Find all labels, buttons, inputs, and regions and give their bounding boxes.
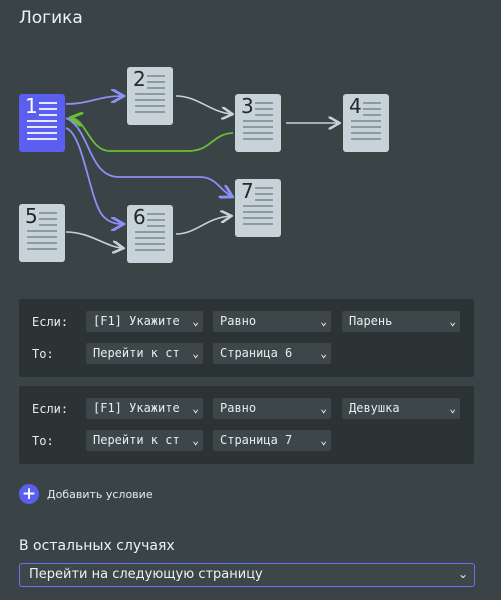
page-number: 3 <box>241 94 254 118</box>
page-node-1[interactable]: 1 <box>19 94 65 152</box>
arrow-1-2 <box>65 96 122 105</box>
chevron-down-icon: ⌄ <box>320 434 327 447</box>
else-section-title: В остальных случаях <box>19 538 175 554</box>
condition-block-1: Если: То: [F1] Укажите ⌄ Равно ⌄ Парень … <box>19 299 474 377</box>
else-action-select[interactable]: Перейти на следующую страницу ⌄ <box>19 563 475 587</box>
chevron-down-icon: ⌄ <box>449 402 456 415</box>
arrow-6-7 <box>175 216 230 235</box>
page-node-4[interactable]: 4 <box>343 94 389 152</box>
value-select[interactable]: Парень ⌄ <box>342 311 460 332</box>
arrow-2-3 <box>175 95 231 114</box>
condition-block-2: Если: То: [F1] Укажите ⌄ Равно ⌄ Девушка… <box>19 386 474 464</box>
add-condition-label: Добавить условие <box>47 487 153 501</box>
if-label: Если: <box>32 402 69 416</box>
if-label: Если: <box>32 315 69 329</box>
page-number: 7 <box>241 179 254 203</box>
page-node-6[interactable]: 6 <box>127 205 173 263</box>
page-number: 2 <box>133 67 146 91</box>
chevron-down-icon: ⌄ <box>192 315 199 328</box>
field-select[interactable]: [F1] Укажите ⌄ <box>86 398 203 419</box>
page-number: 5 <box>25 204 38 228</box>
page-node-7[interactable]: 7 <box>235 179 281 237</box>
chevron-down-icon: ⌄ <box>320 402 327 415</box>
chevron-down-icon: ⌄ <box>192 347 199 360</box>
chevron-down-icon: ⌄ <box>192 402 199 415</box>
chevron-down-icon: ⌄ <box>192 434 199 447</box>
target-select[interactable]: Страница 7 ⌄ <box>213 430 331 451</box>
chevron-down-icon: ⌄ <box>320 347 327 360</box>
page-node-2[interactable]: 2 <box>127 67 173 125</box>
then-label: То: <box>32 434 54 448</box>
add-condition-button[interactable]: + Добавить условие <box>19 484 153 504</box>
action-select[interactable]: Перейти к ст ⌄ <box>86 430 203 451</box>
logic-diagram: 1 2 3 4 5 6 7 <box>0 0 501 290</box>
action-select[interactable]: Перейти к ст ⌄ <box>86 343 203 364</box>
target-select[interactable]: Страница 6 ⌄ <box>213 343 331 364</box>
arrow-5-6 <box>65 231 122 248</box>
operator-select[interactable]: Равно ⌄ <box>213 311 331 332</box>
chevron-down-icon: ⌄ <box>449 315 456 328</box>
operator-select[interactable]: Равно ⌄ <box>213 398 331 419</box>
page-number: 1 <box>25 94 38 118</box>
page-node-3[interactable]: 3 <box>235 94 281 152</box>
chevron-down-icon: ⌄ <box>457 567 468 581</box>
chevron-down-icon: ⌄ <box>320 315 327 328</box>
value-select[interactable]: Девушка ⌄ <box>342 398 460 419</box>
then-label: То: <box>32 347 54 361</box>
plus-icon: + <box>19 484 39 504</box>
field-select[interactable]: [F1] Укажите ⌄ <box>86 311 203 332</box>
page-node-5[interactable]: 5 <box>19 204 65 262</box>
page-number: 6 <box>133 205 146 229</box>
page-number: 4 <box>349 94 362 118</box>
